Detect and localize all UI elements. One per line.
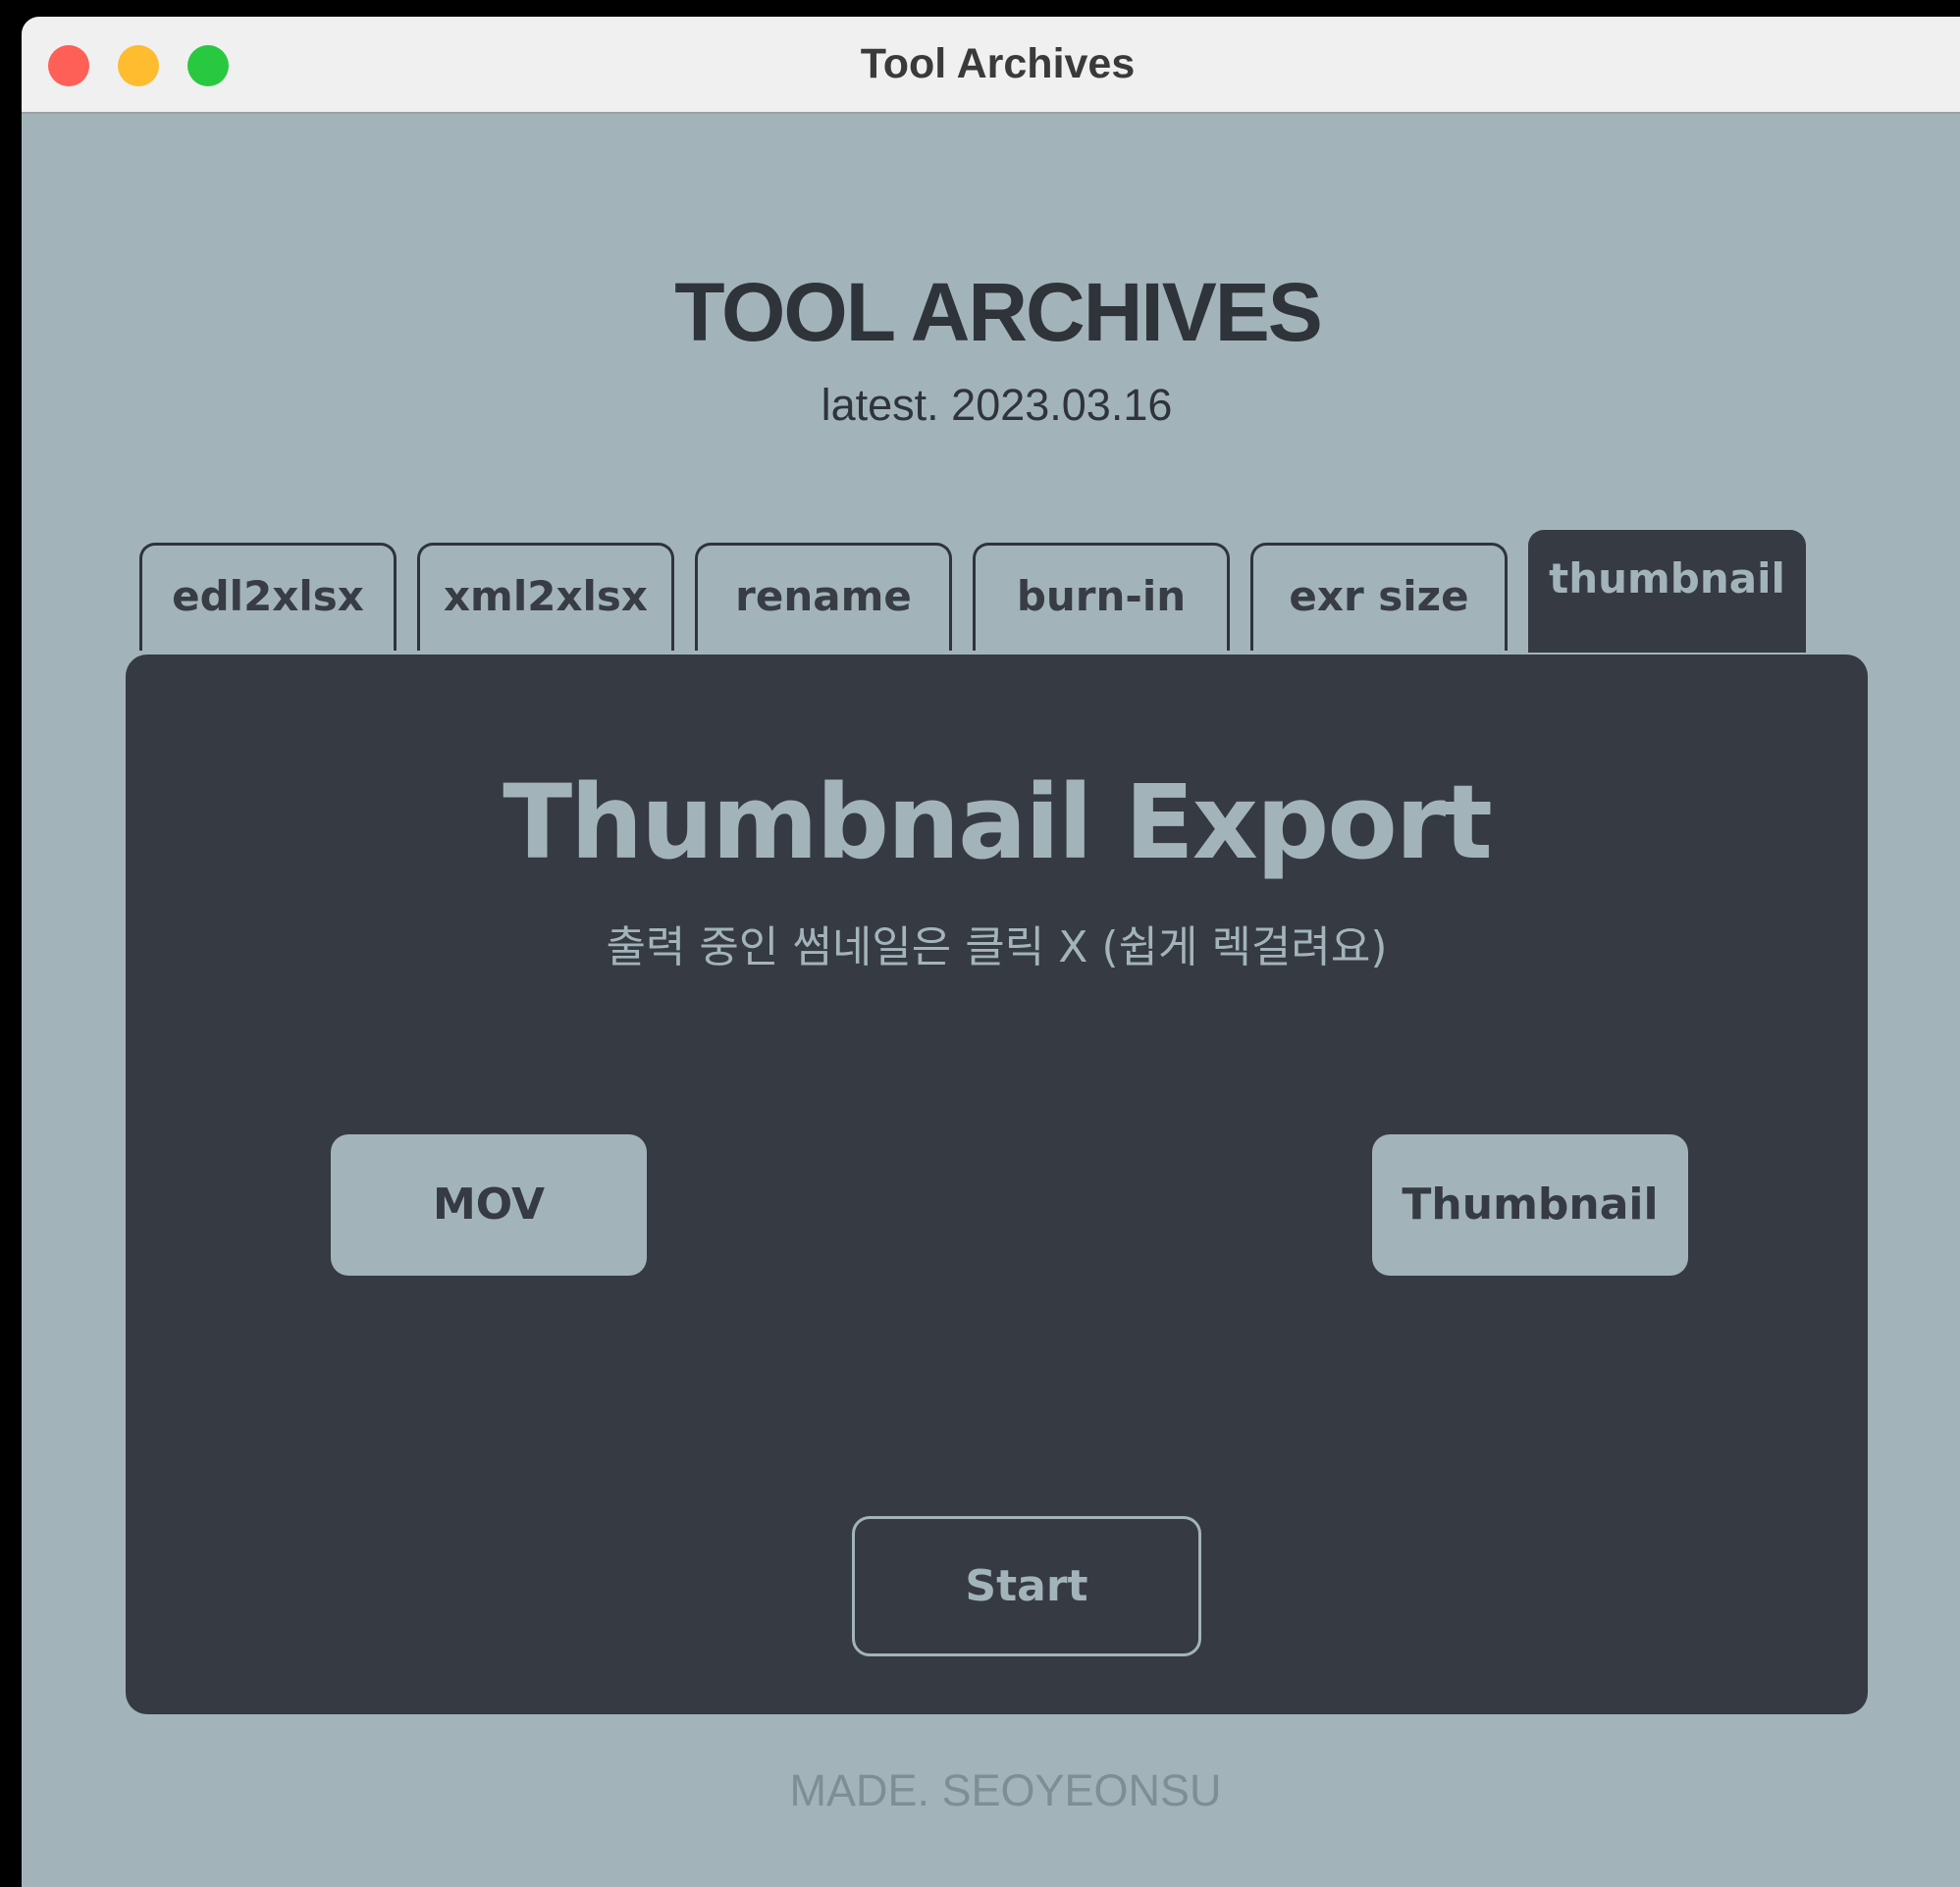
thumbnail-panel: Thumbnail Export 출력 중인 썸네일은 클릭 X (쉽게 렉걸려…	[126, 655, 1868, 1714]
panel-subtitle: 출력 중인 썸네일은 클릭 X (쉽게 렉걸려요)	[606, 922, 1388, 972]
footer-credit: MADE. SEOYEONSU	[789, 1765, 1222, 1815]
tab-burn-in[interactable]: burn-in	[973, 543, 1230, 651]
tab-rename[interactable]: rename	[695, 543, 952, 651]
title-bar: Tool Archives	[22, 17, 1960, 114]
app-title: TOOL ARCHIVES	[674, 266, 1323, 358]
tab-thumbnail[interactable]: thumbnail	[1528, 530, 1806, 653]
version-label: latest. 2023.03.16	[821, 380, 1173, 430]
window-title: Tool Archives	[860, 40, 1136, 87]
panel-title: Thumbnail Export	[503, 762, 1493, 882]
thumbnail-button[interactable]: Thumbnail	[1372, 1134, 1688, 1276]
mov-button[interactable]: MOV	[331, 1134, 647, 1276]
start-button[interactable]: Start	[852, 1516, 1201, 1656]
tab-xml2xlsx[interactable]: xml2xlsx	[417, 543, 674, 651]
tab-edl2xlsx[interactable]: edl2xlsx	[139, 543, 397, 651]
app-window: Tool Archives TOOL ARCHIVES latest. 2023…	[22, 17, 1960, 1887]
tab-exr-size[interactable]: exr size	[1250, 543, 1508, 651]
